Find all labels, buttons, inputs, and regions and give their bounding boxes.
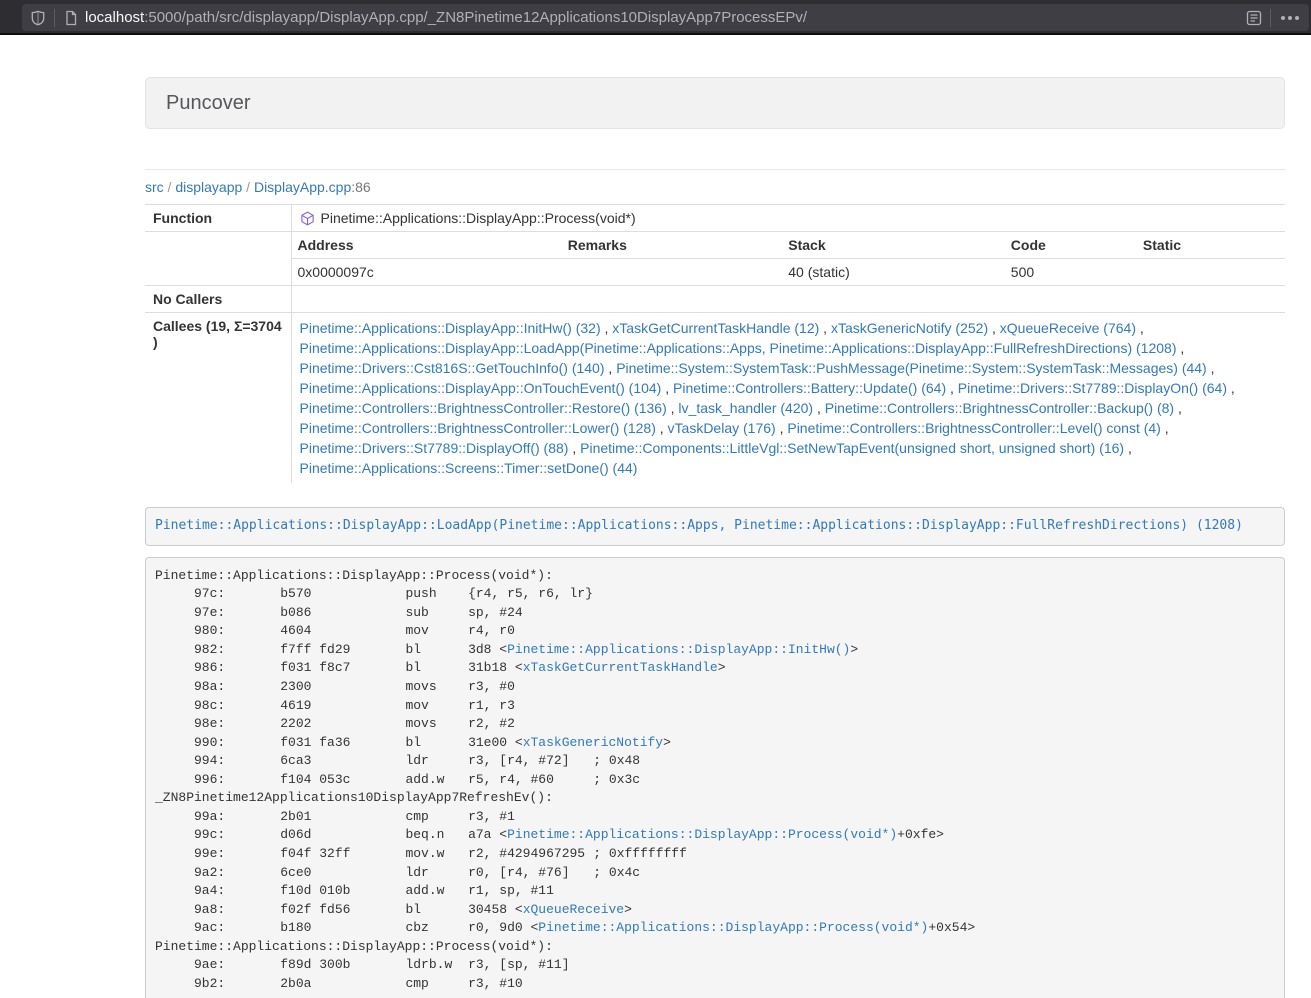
metrics-label-spacer — [145, 232, 291, 286]
callee-link[interactable]: Pinetime::Drivers::St7789::DisplayOff() … — [300, 440, 569, 456]
callee-link[interactable]: xQueueReceive (764) — [1000, 320, 1136, 336]
disassembly-symbol-link[interactable]: xTaskGenericNotify — [523, 735, 663, 750]
callee-link[interactable]: Pinetime::Applications::DisplayApp::Load… — [300, 340, 1177, 356]
metrics-header-row: Address Remarks Stack Code Static — [292, 232, 1286, 259]
callee-link[interactable]: xTaskGenericNotify (252) — [831, 320, 988, 336]
app-title: Puncover — [166, 92, 251, 114]
disassembly-symbol-link[interactable]: xQueueReceive — [523, 902, 624, 917]
no-callers-label: No Callers — [145, 286, 291, 313]
remarks-value — [562, 259, 783, 286]
divider-rule — [145, 169, 1285, 170]
disassembly-box: Pinetime::Applications::DisplayApp::Proc… — [145, 557, 1285, 998]
breadcrumb-separator: / — [242, 179, 254, 195]
app-title-panel: Puncover — [145, 77, 1285, 129]
package-cube-icon — [300, 211, 315, 226]
disassembly-symbol-link[interactable]: xTaskGetCurrentTaskHandle — [523, 660, 718, 675]
url-bar[interactable]: localhost:5000/path/src/displayapp/Displ… — [22, 4, 1309, 31]
callee-link[interactable]: Pinetime::Components::LittleVgl::SetNewT… — [580, 440, 1124, 456]
function-table: Function Pinetime::Applications::Display… — [145, 204, 1285, 483]
callee-link[interactable]: Pinetime::System::SystemTask::PushMessag… — [616, 360, 1207, 376]
col-address: Address — [292, 232, 562, 259]
col-code: Code — [1005, 232, 1137, 259]
callee-link[interactable]: vTaskDelay (176) — [668, 420, 776, 436]
callees-cell: Pinetime::Applications::DisplayApp::Init… — [291, 313, 1285, 484]
no-callers-row: No Callers — [145, 286, 1285, 313]
highlighted-callee-box: Pinetime::Applications::DisplayApp::Load… — [145, 507, 1285, 546]
breadcrumb-link[interactable]: DisplayApp.cpp — [254, 179, 351, 195]
breadcrumb: src / displayapp / DisplayApp.cpp:86 — [145, 179, 1285, 195]
callee-link[interactable]: Pinetime::Controllers::BrightnessControl… — [300, 420, 656, 436]
metrics-value-row: 0x0000097c 40 (static) 500 — [292, 259, 1286, 286]
shield-icon[interactable] — [30, 10, 46, 26]
disassembly-code: Pinetime::Applications::DisplayApp::Proc… — [155, 568, 975, 991]
metrics-row: Address Remarks Stack Code Static 0x0000… — [145, 232, 1285, 286]
function-label: Function — [145, 205, 291, 232]
disassembly-symbol-link[interactable]: Pinetime::Applications::DisplayApp::Init… — [507, 642, 850, 657]
disassembly-symbol-link[interactable]: Pinetime::Applications::DisplayApp::Proc… — [538, 920, 928, 935]
col-remarks: Remarks — [562, 232, 783, 259]
reader-mode-icon[interactable] — [1246, 10, 1262, 26]
metrics-table: Address Remarks Stack Code Static 0x0000… — [292, 232, 1286, 285]
highlighted-callee-link[interactable]: Pinetime::Applications::DisplayApp::Load… — [155, 518, 1243, 533]
stack-value: 40 (static) — [782, 259, 1005, 286]
callees-row: Callees (19, Σ=3704 ) Pinetime::Applicat… — [145, 313, 1285, 484]
urlbar-divider — [54, 9, 55, 27]
url-path: :5000/path/src/displayapp/DisplayApp.cpp… — [144, 9, 807, 26]
code-value: 500 — [1005, 259, 1137, 286]
callee-link[interactable]: Pinetime::Applications::DisplayApp::OnTo… — [300, 380, 662, 396]
callee-link[interactable]: Pinetime::Applications::Screens::Timer::… — [300, 460, 638, 476]
url-host: localhost — [85, 9, 144, 26]
breadcrumb-link[interactable]: src — [145, 179, 164, 195]
callee-link[interactable]: Pinetime::Controllers::BrightnessControl… — [825, 400, 1174, 416]
address-value: 0x0000097c — [292, 259, 562, 286]
callee-link[interactable]: lv_task_handler (420) — [678, 400, 813, 416]
page-icon — [63, 10, 79, 26]
urlbar-divider-right — [1270, 9, 1271, 27]
function-name: Pinetime::Applications::DisplayApp::Proc… — [321, 210, 636, 226]
callee-link[interactable]: Pinetime::Controllers::Battery::Update()… — [673, 380, 946, 396]
breadcrumb-line-number: :86 — [351, 179, 370, 195]
function-row: Function Pinetime::Applications::Display… — [145, 205, 1285, 232]
callee-link[interactable]: Pinetime::Applications::DisplayApp::Init… — [300, 320, 601, 336]
browser-bar: localhost:5000/path/src/displayapp/Displ… — [0, 0, 1311, 35]
static-value — [1137, 259, 1285, 286]
callee-link[interactable]: Pinetime::Controllers::BrightnessControl… — [787, 420, 1160, 436]
breadcrumb-link[interactable]: displayapp — [175, 179, 242, 195]
disassembly-symbol-link[interactable]: Pinetime::Applications::DisplayApp::Proc… — [507, 827, 897, 842]
callees-label: Callees (19, Σ=3704 ) — [145, 313, 291, 484]
breadcrumb-separator: / — [164, 179, 176, 195]
page-content: Puncover src / displayapp / DisplayApp.c… — [145, 35, 1285, 998]
callee-link[interactable]: xTaskGetCurrentTaskHandle (12) — [612, 320, 819, 336]
callee-link[interactable]: Pinetime::Drivers::St7789::DisplayOn() (… — [958, 380, 1227, 396]
col-stack: Stack — [782, 232, 1005, 259]
col-static: Static — [1137, 232, 1285, 259]
callee-link[interactable]: Pinetime::Drivers::Cst816S::GetTouchInfo… — [300, 360, 605, 376]
callee-link[interactable]: Pinetime::Controllers::BrightnessControl… — [300, 400, 667, 416]
menu-ellipsis-icon[interactable] — [1281, 16, 1299, 20]
url-text[interactable]: localhost:5000/path/src/displayapp/Displ… — [85, 9, 1246, 26]
no-callers-cell — [291, 286, 1285, 313]
